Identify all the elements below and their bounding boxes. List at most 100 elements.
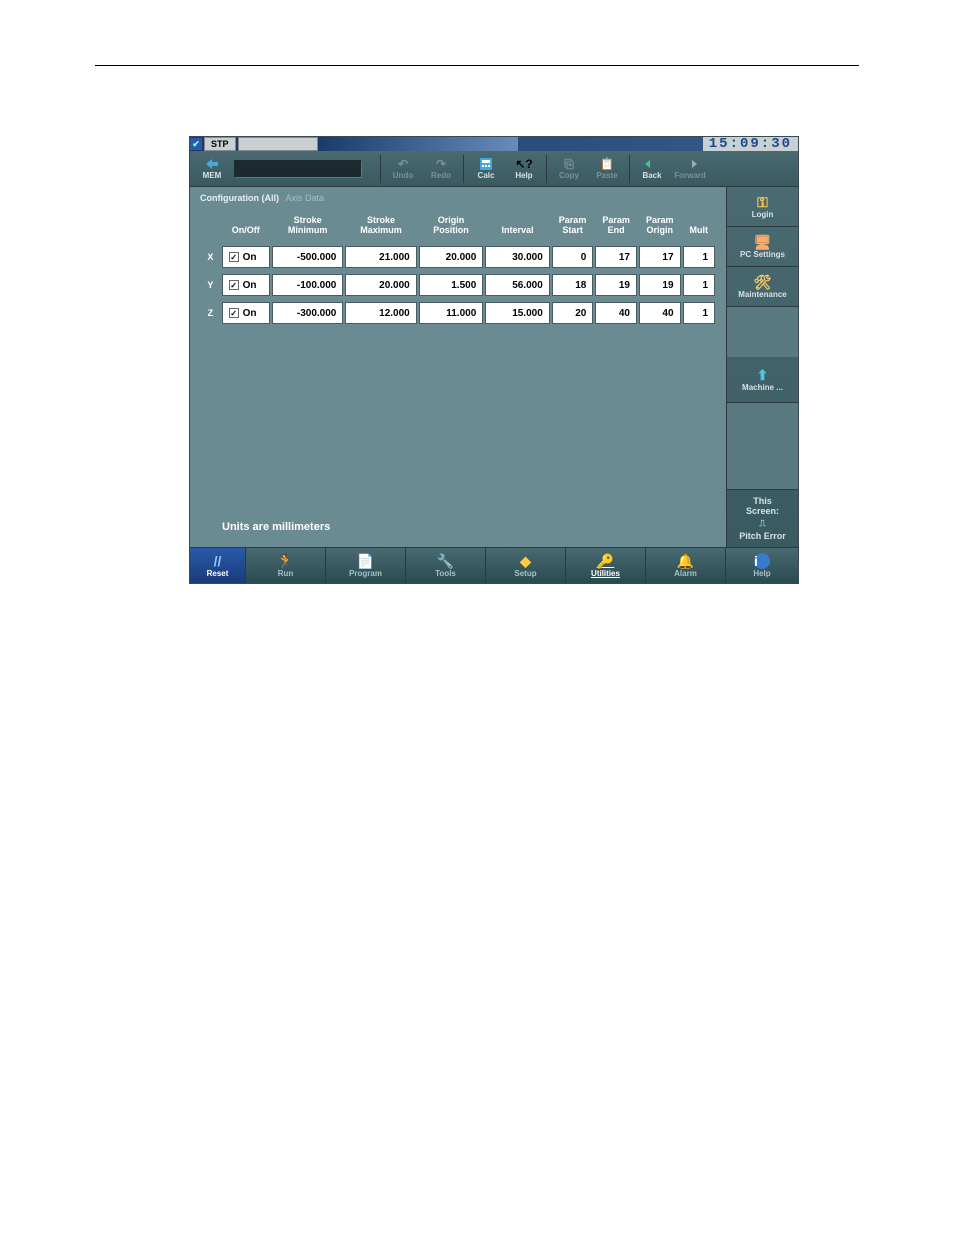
tools-button[interactable]: 🔧 Tools xyxy=(406,548,486,583)
this-screen-l3: Pitch Error xyxy=(739,531,786,541)
th-interval: Interval xyxy=(484,213,551,243)
command-input[interactable] xyxy=(234,160,362,178)
paste-button[interactable]: 📋 Paste xyxy=(589,153,625,185)
login-label: Login xyxy=(752,210,774,219)
title-field xyxy=(238,137,318,151)
param-start-cell[interactable]: 20 xyxy=(552,302,594,324)
stroke-max-cell[interactable]: 12.000 xyxy=(345,302,416,324)
undo-label: Undo xyxy=(393,171,413,180)
run-label: Run xyxy=(278,569,294,578)
mem-button[interactable]: MEM xyxy=(194,153,230,185)
pc-settings-button[interactable]: 🖥 PC Settings xyxy=(727,227,798,267)
alarm-button[interactable]: 🔔 Alarm xyxy=(646,548,726,583)
mult-cell[interactable]: 1 xyxy=(683,274,715,296)
checkbox-icon: ✓ xyxy=(229,280,239,290)
breadcrumb-main: Configuration (All) xyxy=(200,193,279,203)
this-screen-panel: This Screen: ⎍ Pitch Error xyxy=(727,489,798,547)
mult-cell[interactable]: 1 xyxy=(683,246,715,268)
app-window: ✔ STP 15:09:30 MEM ↶ Undo ↷ Redo xyxy=(189,136,799,584)
setup-label: Setup xyxy=(514,569,536,578)
forward-label: Forward xyxy=(674,171,706,180)
forward-icon xyxy=(682,157,698,171)
right-sidebar: ⚿ Login 🖥 PC Settings 🛠 Maintenance ⬆ Ma… xyxy=(726,187,798,547)
breadcrumb-sub: Axis Data xyxy=(286,193,325,203)
param-origin-cell[interactable]: 19 xyxy=(639,274,681,296)
key-icon: ⚿ xyxy=(757,194,768,210)
stroke-max-cell[interactable]: 20.000 xyxy=(345,274,416,296)
this-screen-l1: This xyxy=(753,496,772,506)
interval-cell[interactable]: 30.000 xyxy=(485,246,550,268)
interval-cell[interactable]: 15.000 xyxy=(485,302,550,324)
run-icon: 🏃 xyxy=(277,553,294,569)
param-start-cell[interactable]: 18 xyxy=(552,274,594,296)
main-pane: Configuration (All) Axis Data On/Off Str… xyxy=(190,187,726,547)
mult-cell[interactable]: 1 xyxy=(683,302,715,324)
utilities-button[interactable]: 🔑 Utilities xyxy=(566,548,646,583)
machine-button[interactable]: ⬆ Machine ... xyxy=(727,357,798,403)
table-row: X ✓On -500.000 21.000 20.000 30.000 0 17… xyxy=(200,243,716,271)
maintenance-button[interactable]: 🛠 Maintenance xyxy=(727,267,798,307)
th-stroke-min: StrokeMinimum xyxy=(271,213,344,243)
checkbox-icon: ✓ xyxy=(229,308,239,318)
alarm-icon: 🔔 xyxy=(677,553,694,569)
redo-button[interactable]: ↷ Redo xyxy=(423,153,459,185)
status-badge: STP xyxy=(204,137,236,151)
param-end-cell[interactable]: 17 xyxy=(595,246,637,268)
help-label: Help xyxy=(515,171,532,180)
login-button[interactable]: ⚿ Login xyxy=(727,187,798,227)
maintenance-label: Maintenance xyxy=(738,290,786,299)
program-button[interactable]: 📄 Program xyxy=(326,548,406,583)
back-button[interactable]: Back xyxy=(634,153,670,185)
copy-button[interactable]: ⎘ Copy xyxy=(551,153,587,185)
paste-label: Paste xyxy=(596,171,617,180)
onoff-cell[interactable]: ✓On xyxy=(222,302,270,324)
param-origin-cell[interactable]: 17 xyxy=(639,246,681,268)
onoff-cell[interactable]: ✓On xyxy=(222,246,270,268)
param-end-cell[interactable]: 19 xyxy=(595,274,637,296)
stroke-min-cell[interactable]: -500.000 xyxy=(272,246,343,268)
param-origin-cell[interactable]: 40 xyxy=(639,302,681,324)
calc-label: Calc xyxy=(478,171,495,180)
pitch-error-icon: ⎍ xyxy=(759,518,765,529)
paste-icon: 📋 xyxy=(599,157,615,171)
units-note: Units are millimeters xyxy=(200,521,716,547)
axis-label: Y xyxy=(200,271,221,299)
mem-icon xyxy=(204,157,220,171)
th-param-start: ParamStart xyxy=(551,213,595,243)
th-mult: Mult xyxy=(682,213,716,243)
origin-cell[interactable]: 1.500 xyxy=(419,274,484,296)
table-row: Z ✓On -300.000 12.000 11.000 15.000 20 4… xyxy=(200,299,716,327)
help-button[interactable]: ↖? Help xyxy=(506,153,542,185)
calc-icon xyxy=(478,157,494,171)
interval-cell[interactable]: 56.000 xyxy=(485,274,550,296)
reset-button[interactable]: // Reset xyxy=(190,548,246,583)
forward-button[interactable]: Forward xyxy=(672,153,708,185)
th-param-origin: ParamOrigin xyxy=(638,213,682,243)
origin-cell[interactable]: 20.000 xyxy=(419,246,484,268)
copy-icon: ⎘ xyxy=(561,157,577,171)
checkbox-icon: ✓ xyxy=(229,252,239,262)
axis-label: X xyxy=(200,243,221,271)
onoff-cell[interactable]: ✓On xyxy=(222,274,270,296)
param-start-cell[interactable]: 0 xyxy=(552,246,594,268)
axis-data-table: On/Off StrokeMinimum StrokeMaximum Origi… xyxy=(200,213,716,327)
undo-button[interactable]: ↶ Undo xyxy=(385,153,421,185)
stroke-min-cell[interactable]: -300.000 xyxy=(272,302,343,324)
tools-nav-icon: 🔧 xyxy=(437,553,454,569)
bottom-help-button[interactable]: i Help xyxy=(726,548,798,583)
axis-label: Z xyxy=(200,299,221,327)
stroke-min-cell[interactable]: -100.000 xyxy=(272,274,343,296)
back-icon xyxy=(644,157,660,171)
titlebar: ✔ STP 15:09:30 xyxy=(190,137,798,151)
machine-icon: ⬆ xyxy=(757,367,769,383)
param-end-cell[interactable]: 40 xyxy=(595,302,637,324)
origin-cell[interactable]: 11.000 xyxy=(419,302,484,324)
setup-button[interactable]: ◆ Setup xyxy=(486,548,566,583)
calc-button[interactable]: Calc xyxy=(468,153,504,185)
utilities-icon: 🔑 xyxy=(597,553,614,569)
stroke-max-cell[interactable]: 21.000 xyxy=(345,246,416,268)
run-button[interactable]: 🏃 Run xyxy=(246,548,326,583)
redo-label: Redo xyxy=(431,171,451,180)
bottom-toolbar: // Reset 🏃 Run 📄 Program 🔧 Tools ◆ Setup… xyxy=(190,547,798,583)
mem-label: MEM xyxy=(203,171,222,180)
